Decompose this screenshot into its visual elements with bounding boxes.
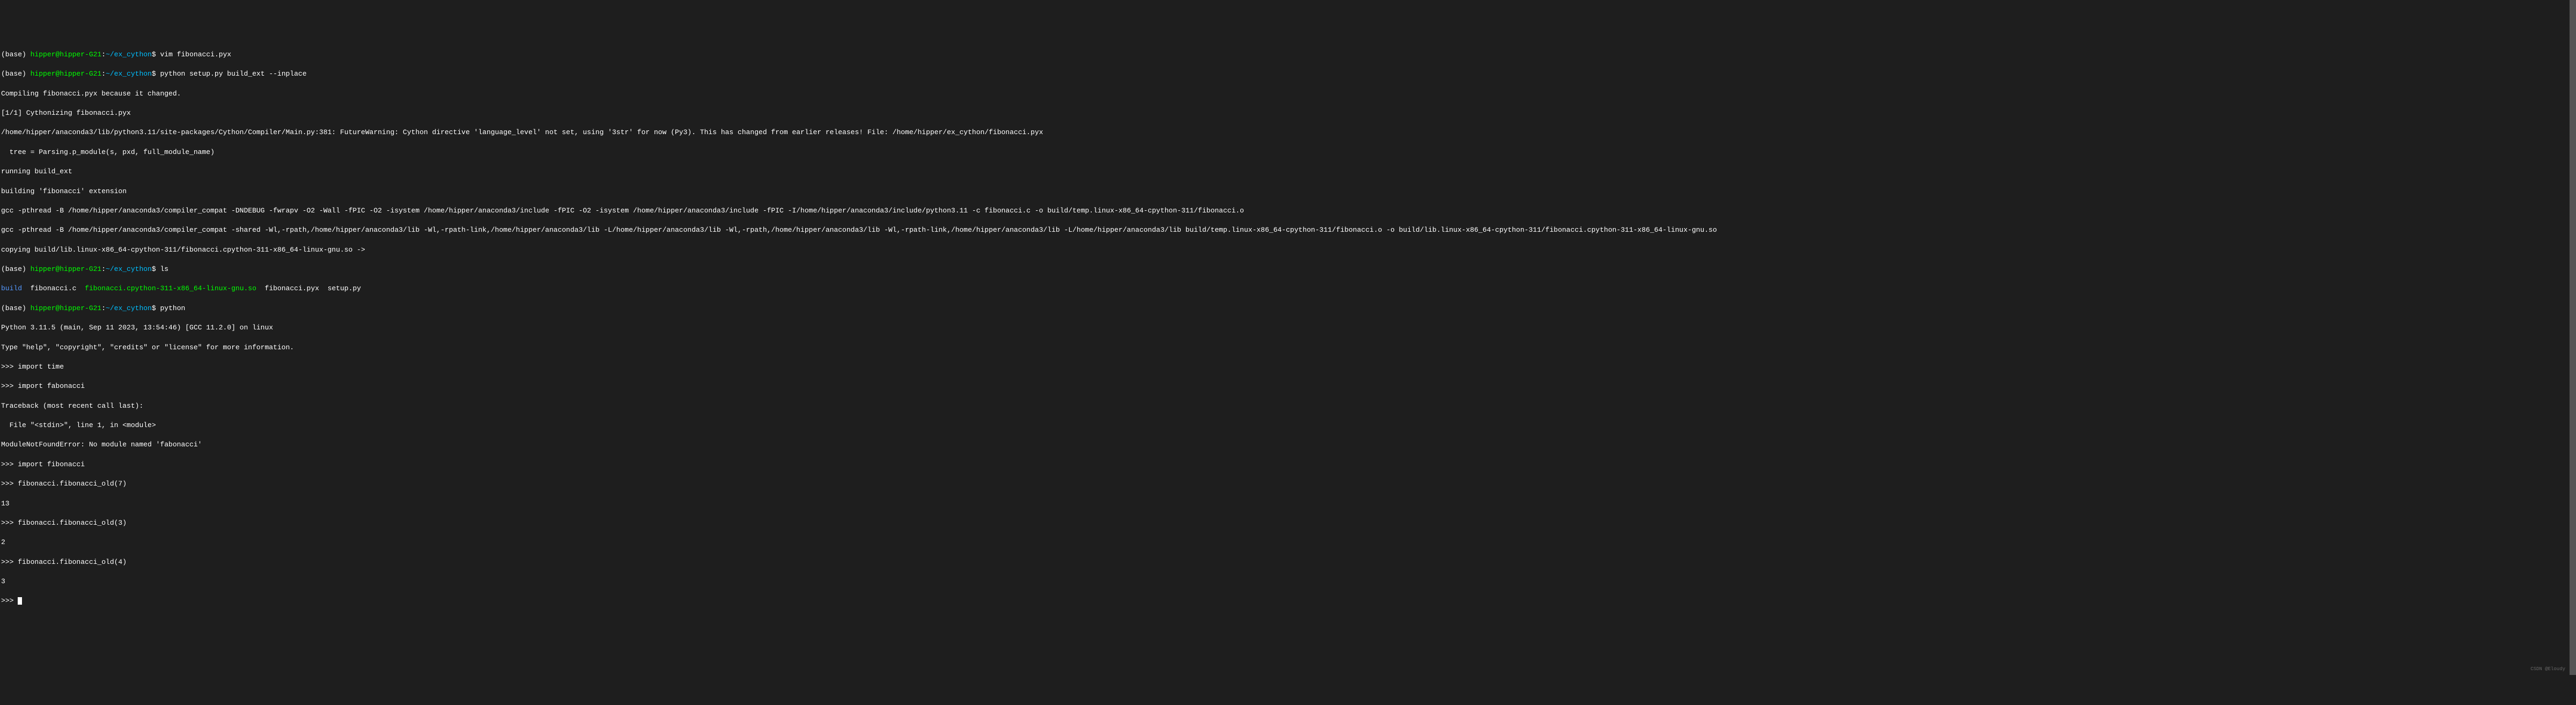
output-line: Compiling fibonacci.pyx because it chang… [1,89,2575,99]
prompt-base: (base) [1,265,31,273]
prompt-path: ~/ex_cython [106,304,152,312]
ls-file: setup.py [328,284,361,292]
repl-result: 2 [1,538,2575,547]
prompt-user: hipper@hipper-G21 [31,70,102,78]
prompt-colon: : [101,70,106,78]
traceback-error: ModuleNotFoundError: No module named 'fa… [1,440,2575,450]
prompt-dollar: $ [152,70,160,78]
prompt-line-2: (base) hipper@hipper-G21:~/ex_cython$ py… [1,69,2575,79]
repl-line: >>> fibonacci.fibonacci_old(7) [1,479,2575,489]
command-text: python [160,304,185,312]
prompt-user: hipper@hipper-G21 [31,304,102,312]
watermark-text: CSDN @Eloudy [2530,666,2565,673]
repl-line: >>> fibonacci.fibonacci_old(3) [1,518,2575,528]
output-copy: copying build/lib.linux-x86_64-cpython-3… [1,245,2575,255]
traceback-line: File "<stdin>", line 1, in <module> [1,421,2575,430]
prompt-user: hipper@hipper-G21 [31,50,102,58]
prompt-base: (base) [1,70,31,78]
output-gcc: gcc -pthread -B /home/hipper/anaconda3/c… [1,225,2575,235]
ls-output: build fibonacci.c fibonacci.cpython-311-… [1,284,2575,293]
traceback-line: Traceback (most recent call last): [1,401,2575,411]
ls-so-file: fibonacci.cpython-311-x86_64-linux-gnu.s… [85,284,256,292]
prompt-dollar: $ [152,265,160,273]
prompt-line-3: (base) hipper@hipper-G21:~/ex_cython$ ls [1,265,2575,274]
output-line: building 'fibonacci' extension [1,187,2575,196]
repl-result: 3 [1,577,2575,586]
prompt-path: ~/ex_cython [106,50,152,58]
command-text: ls [160,265,168,273]
repl-line: >>> import fibonacci [1,460,2575,469]
terminal-content[interactable]: (base) hipper@hipper-G21:~/ex_cython$ vi… [1,40,2575,616]
repl-result: 13 [1,499,2575,509]
prompt-colon: : [101,50,106,58]
repl-prompt-active[interactable]: >>> [1,596,2575,606]
prompt-line-1: (base) hipper@hipper-G21:~/ex_cython$ vi… [1,50,2575,60]
ls-file: fibonacci.pyx [265,284,319,292]
python-help: Type "help", "copyright", "credits" or "… [1,343,2575,352]
prompt-dollar: $ [152,304,160,312]
output-warning: /home/hipper/anaconda3/lib/python3.11/si… [1,128,2575,137]
scrollbar-thumb[interactable] [2570,0,2576,675]
repl-prompt: >>> [1,597,18,605]
output-warning: tree = Parsing.p_module(s, pxd, full_mod… [1,148,2575,157]
scrollbar-track[interactable] [2570,0,2576,675]
output-gcc: gcc -pthread -B /home/hipper/anaconda3/c… [1,206,2575,216]
prompt-line-4: (base) hipper@hipper-G21:~/ex_cython$ py… [1,304,2575,313]
ls-sep [22,284,31,292]
repl-line: >>> import fabonacci [1,381,2575,391]
prompt-dollar: $ [152,50,160,58]
command-text: vim fibonacci.pyx [160,50,231,58]
output-line: [1/1] Cythonizing fibonacci.pyx [1,108,2575,118]
prompt-colon: : [101,265,106,273]
prompt-base: (base) [1,304,31,312]
ls-sep [76,284,85,292]
prompt-user: hipper@hipper-G21 [31,265,102,273]
command-text: python setup.py build_ext --inplace [160,70,306,78]
prompt-path: ~/ex_cython [106,70,152,78]
cursor-icon [18,597,22,605]
output-line: running build_ext [1,167,2575,177]
prompt-colon: : [101,304,106,312]
ls-sep [319,284,328,292]
repl-line: >>> fibonacci.fibonacci_old(4) [1,557,2575,567]
ls-sep [256,284,265,292]
prompt-path: ~/ex_cython [106,265,152,273]
python-version: Python 3.11.5 (main, Sep 11 2023, 13:54:… [1,323,2575,333]
prompt-base: (base) [1,50,31,58]
ls-file: fibonacci.c [31,284,77,292]
repl-line: >>> import time [1,362,2575,372]
ls-build-dir: build [1,284,22,292]
